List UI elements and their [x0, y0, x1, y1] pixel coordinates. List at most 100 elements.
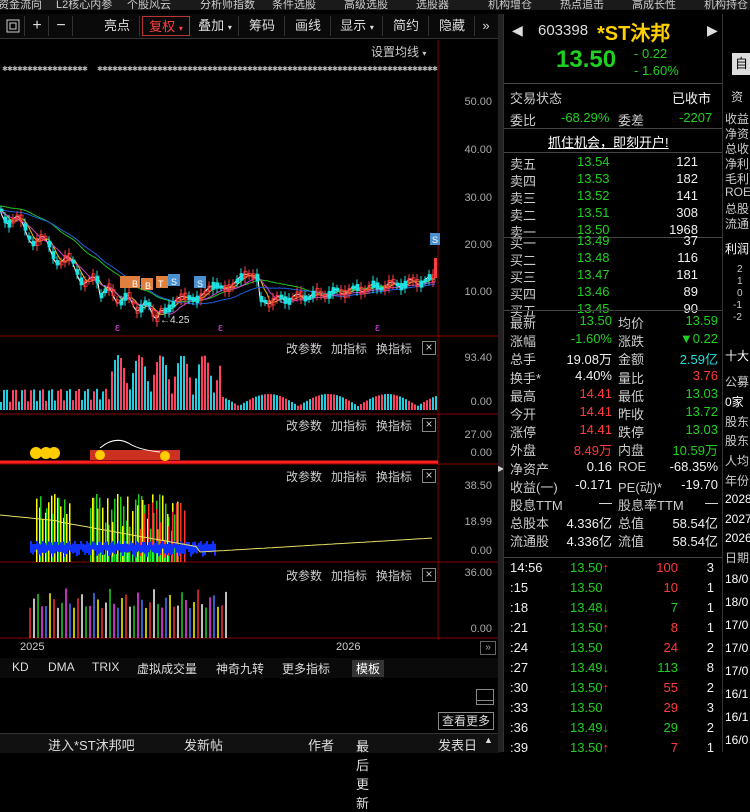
book-volume: 182: [676, 171, 698, 186]
event-marker[interactable]: ε: [375, 322, 380, 334]
stat-label: 换手*: [510, 370, 542, 386]
tick-row: :30 13.50↑ 55 2: [504, 680, 724, 698]
stat-label: 量比: [618, 370, 645, 386]
highlight-button[interactable]: 亮点: [95, 16, 140, 36]
chips-button[interactable]: 筹码: [240, 16, 285, 36]
author-column[interactable]: 作者: [308, 735, 334, 754]
close-icon[interactable]: ×: [422, 418, 436, 432]
open-account-link[interactable]: 抓住机会，即刻开户!: [548, 132, 669, 151]
switch-indicator-button[interactable]: 换指标: [376, 417, 412, 434]
menu-item[interactable]: 个股风云: [127, 0, 171, 10]
bid-row[interactable]: 买二 13.48 116: [504, 250, 724, 268]
ma-settings-link[interactable]: 设置均线 ▾: [371, 43, 426, 60]
close-icon[interactable]: ×: [422, 341, 436, 355]
menu-item[interactable]: 高成长性: [632, 0, 676, 10]
tick-volume: 24: [663, 640, 678, 655]
switch-indicator-button[interactable]: 换指标: [376, 340, 412, 357]
enter-forum-button[interactable]: 进入*ST沐邦吧: [48, 735, 135, 754]
display-button[interactable]: 显示 ▾: [332, 16, 383, 36]
add-indicator-button[interactable]: 加指标: [331, 340, 367, 357]
chart-area[interactable]: ✱ ✱ ✱ ✱ ✱ ✱ ✱ ✱ ✱ ✱ ✱ ✱ ✱ ✱ ✱ ✱ ✱ ✱ ✱ ✱ ✱ ✱ ✱ ✱ ✱ ✱ ✱ ✱ ✱ ✱ ✱ ✱ ✱ ✱ ✱ ✱ ✱ ✱ ✱ ✱…: [0, 40, 498, 640]
menu-item[interactable]: 机构持仓: [704, 0, 748, 10]
hide-button[interactable]: 隐藏: [430, 16, 475, 36]
adjust-button[interactable]: 复权 ▾: [142, 16, 190, 36]
arrow-up-icon: ↑: [602, 620, 610, 635]
scroll-up-icon[interactable]: ▲: [484, 735, 493, 745]
tab-virtual-volume[interactable]: 虚拟成交量: [137, 660, 197, 677]
tick-time: :18: [510, 600, 529, 615]
stat-row: 换手* 4.40% 量比 3.76: [504, 368, 724, 386]
menu-item[interactable]: 分析师指数: [200, 0, 255, 10]
ask-row[interactable]: 卖五 13.54 121: [504, 154, 724, 172]
add-indicator-button[interactable]: 加指标: [331, 417, 367, 434]
tab-trix[interactable]: TRIX: [92, 660, 119, 674]
panel-toggle-icon[interactable]: [476, 689, 494, 705]
strip-label: 流通: [725, 217, 750, 231]
menu-item[interactable]: 高级选股: [344, 0, 388, 10]
book-price: 13.51: [577, 205, 610, 220]
prev-stock-icon[interactable]: ◀: [512, 22, 523, 39]
add-indicator-button[interactable]: 加指标: [331, 468, 367, 485]
tab-more-indicators[interactable]: 更多指标: [282, 660, 330, 677]
add-indicator-button[interactable]: 加指标: [331, 567, 367, 584]
tab-f10[interactable]: 资: [731, 88, 743, 105]
tick-time: :24: [510, 640, 529, 655]
bid-row[interactable]: 买四 13.46 89: [504, 284, 724, 302]
tab-nine-turn[interactable]: 神奇九转: [216, 660, 264, 677]
view-more-button[interactable]: 查看更多: [438, 712, 494, 730]
switch-indicator-button[interactable]: 换指标: [376, 567, 412, 584]
top-menu-bar: 资金流向 L2核心内参 个股风云 分析师指数 条件选股 高级选股 选股器 机构增…: [0, 0, 750, 10]
adjust-label: 复权: [149, 19, 176, 34]
event-marker[interactable]: ε: [115, 322, 120, 334]
ask-row[interactable]: 卖三 13.52 141: [504, 188, 724, 206]
ribbon-glyph: ✱: [432, 65, 438, 73]
menu-item[interactable]: L2核心内参: [56, 0, 112, 10]
ask-row[interactable]: 卖二 13.51 308: [504, 205, 724, 223]
tick-price: 13.48↓: [570, 600, 610, 615]
event-marker[interactable]: ε: [218, 322, 223, 334]
tick-volume: 100: [656, 560, 678, 575]
menu-item[interactable]: 资金流向: [0, 0, 42, 10]
switch-indicator-button[interactable]: 换指标: [376, 468, 412, 485]
stat-value: 4.336亿: [566, 516, 612, 532]
menu-item[interactable]: 机构增仓: [488, 0, 532, 10]
new-post-button[interactable]: 发新帖: [184, 735, 223, 754]
change-params-button[interactable]: 改参数: [286, 417, 322, 434]
tick-row: :21 13.50↑ 8 1: [504, 620, 724, 638]
change-params-button[interactable]: 改参数: [286, 468, 322, 485]
menu-item[interactable]: 选股器: [416, 0, 449, 10]
tab-dma[interactable]: DMA: [48, 660, 75, 674]
bid-row[interactable]: 买三 13.47 181: [504, 267, 724, 285]
double-chevron-right-icon[interactable]: »: [474, 16, 498, 36]
scroll-right-icon[interactable]: »: [480, 641, 496, 655]
menu-item[interactable]: 条件选股: [272, 0, 316, 10]
menu-item[interactable]: 热点追击: [560, 0, 604, 10]
fund-count: 0家: [725, 395, 744, 409]
arrow-up-icon: ↑: [602, 740, 610, 755]
kline-svg[interactable]: ✱ ✱ ✱ ✱ ✱ ✱ ✱ ✱ ✱ ✱ ✱ ✱ ✱ ✱ ✱ ✱ ✱ ✱ ✱ ✱ ✱ ✱ ✱ ✱ ✱ ✱ ✱ ✱ ✱ ✱ ✱ ✱ ✱ ✱ ✱ ✱ ✱ ✱ ✱ ✱…: [0, 40, 498, 640]
zoom-out-icon[interactable]: −: [50, 16, 73, 36]
tick-price: 13.50↑: [570, 560, 610, 575]
simple-button[interactable]: 简约: [384, 16, 429, 36]
overlay-button[interactable]: 叠加 ▾: [192, 16, 239, 36]
top-ten-label: 十大: [725, 349, 750, 363]
tab-kd[interactable]: KD: [12, 660, 29, 674]
tick-count: 2: [706, 720, 714, 735]
zoom-in-icon[interactable]: +: [26, 16, 49, 36]
bid-row[interactable]: 买一 13.49 37: [504, 233, 724, 251]
mini-axis: -2: [733, 312, 742, 323]
tab-template[interactable]: 模板: [352, 660, 385, 677]
change-params-button[interactable]: 改参数: [286, 340, 322, 357]
ask-row[interactable]: 卖四 13.53 182: [504, 171, 724, 189]
post-date-column[interactable]: 发表日: [438, 735, 477, 754]
tick-volume: 29: [663, 720, 678, 735]
change-params-button[interactable]: 改参数: [286, 567, 322, 584]
volume-axis-top: 93.40: [464, 352, 492, 364]
stat-label: 总手: [510, 352, 537, 368]
stat-row: 流通股 4.336亿 流值 58.54亿: [504, 531, 724, 549]
fullscreen-icon[interactable]: [2, 16, 25, 36]
close-icon[interactable]: ×: [422, 469, 436, 483]
close-icon[interactable]: ×: [422, 568, 436, 582]
next-stock-icon[interactable]: ▶: [707, 22, 718, 39]
draw-line-button[interactable]: 画线: [286, 16, 331, 36]
